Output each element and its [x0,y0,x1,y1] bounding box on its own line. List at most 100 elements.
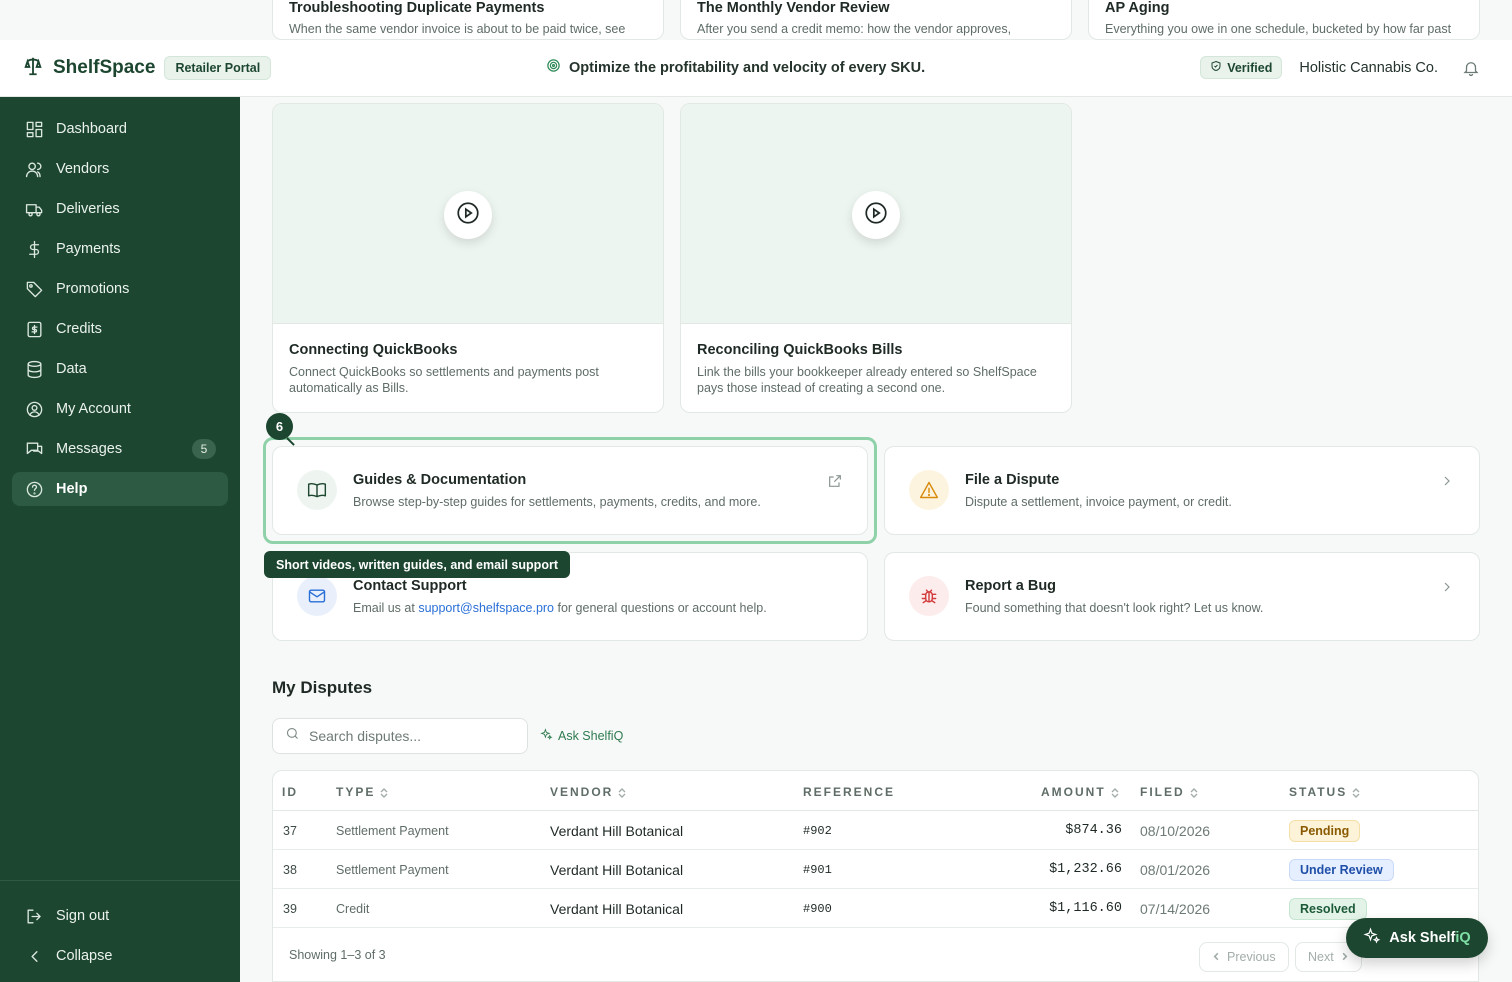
cell-type: Credit [336,902,370,916]
sidebar-item-payments[interactable]: Payments [12,232,228,266]
sidebar-item-help[interactable]: Help [12,472,228,506]
sidebar-item-data[interactable]: Data [12,352,228,386]
ask-shelfiq-label: Ask ShelfiQ [558,729,624,743]
support-email-link[interactable]: support@shelfspace.pro [418,601,554,615]
collapse-sidebar-button[interactable]: Collapse [12,939,228,973]
cell-filed: 08/10/2026 [1140,823,1211,839]
column-label: TYPE [336,785,376,799]
column-header-vendor[interactable]: VENDOR [550,785,626,799]
sort-icon [1190,787,1198,798]
verified-badge: Verified [1200,56,1283,79]
ask-shelfiq-link[interactable]: Ask ShelfiQ [540,728,623,744]
cell-vendor: Verdant Hill Botanical [550,862,684,878]
card-title: File a Dispute [965,472,1060,488]
cell-amount: $1,116.60 [1049,901,1122,916]
video-card-connecting-quickbooks[interactable]: Connecting QuickBooks Connect QuickBooks… [272,103,664,413]
video-card-desc: Connect QuickBooks so settlements and pa… [289,365,599,395]
sidebar-item-messages[interactable]: Messages 5 [12,432,228,466]
collapse-label: Collapse [56,948,113,964]
sidebar-item-deliveries[interactable]: Deliveries [12,192,228,226]
cell-id: 38 [283,863,297,877]
sidebar-item-dashboard[interactable]: Dashboard [12,112,228,146]
tag-icon [24,279,44,299]
sidebar-item-label: Data [56,361,87,377]
guide-card-monthly-review[interactable]: The Monthly Vendor Review After you send… [680,0,1072,40]
chevron-right-icon [1439,579,1455,595]
column-header-amount[interactable]: AMOUNT [1041,785,1119,799]
brand-name: ShelfSpace [53,57,156,78]
warning-triangle-icon [909,470,949,510]
sort-icon [1352,787,1360,798]
guide-card-title: AP Aging [1105,0,1170,16]
fab-label-accent: iQ [1455,930,1471,946]
disputes-search[interactable] [272,718,528,754]
play-button[interactable] [444,191,492,239]
column-header-type[interactable]: TYPE [336,785,388,799]
ask-shelfiq-fab[interactable]: Ask ShelfiQ [1346,918,1488,958]
tagline: Optimize the profitability and velocity … [546,58,925,77]
video-thumbnail[interactable] [273,104,663,324]
guide-card-duplicate-payments[interactable]: Troubleshooting Duplicate Payments When … [272,0,664,40]
sort-icon [618,787,626,798]
column-header-id: ID [282,785,298,799]
status-badge: Resolved [1289,898,1367,920]
table-footer: Showing 1–3 of 3 Previous Next [273,928,1478,980]
guide-card-desc: When the same vendor invoice is about to… [289,22,626,36]
play-button[interactable] [852,191,900,239]
file-dispute-card[interactable]: File a Dispute Dispute a settlement, inv… [884,446,1480,535]
guide-card-ap-aging[interactable]: AP Aging Everything you owe in one sched… [1088,0,1480,40]
cell-amount: $874.36 [1065,823,1122,838]
card-desc: Found something that doesn't look right?… [965,601,1264,615]
column-header-status[interactable]: STATUS [1289,785,1360,799]
bug-icon [909,576,949,616]
sign-out-button[interactable]: Sign out [12,899,228,933]
receipt-icon [24,319,44,339]
column-header-reference: REFERENCE [803,785,895,799]
column-label: VENDOR [550,785,614,799]
disputes-table: ID TYPE VENDOR REFERENCE AMOUNT FILED ST… [272,770,1479,982]
column-label: FILED [1140,785,1185,799]
cell-type: Settlement Payment [336,824,449,838]
table-header: ID TYPE VENDOR REFERENCE AMOUNT FILED ST… [273,771,1478,811]
sidebar-item-my-account[interactable]: My Account [12,392,228,426]
table-row[interactable]: 37 Settlement Payment Verdant Hill Botan… [273,811,1478,850]
chevron-left-icon [1212,950,1221,964]
chevron-left-icon [24,946,44,966]
cell-filed: 07/14/2026 [1140,901,1211,917]
report-bug-card[interactable]: Report a Bug Found something that doesn'… [884,552,1480,641]
verified-label: Verified [1227,60,1273,75]
sidebar-item-label: Dashboard [56,121,127,137]
guide-card-title: The Monthly Vendor Review [697,0,890,16]
guide-card-desc: After you send a credit memo: how the ve… [697,22,1012,36]
portal-badge: Retailer Portal [164,56,272,80]
sidebar-item-credits[interactable]: Credits [12,312,228,346]
brand-logo[interactable]: ShelfSpace [22,55,155,82]
table-row[interactable]: 39 Credit Verdant Hill Botanical #900 $1… [273,889,1478,928]
column-label: ID [282,785,298,799]
play-icon [863,200,889,231]
scale-logo-icon [22,55,44,82]
notifications-bell-icon[interactable] [1462,59,1480,77]
tour-highlight [263,437,877,544]
tour-step-badge: 6 [266,413,293,440]
previous-page-button[interactable]: Previous [1199,942,1289,972]
search-disputes-input[interactable] [309,728,509,744]
sidebar-item-label: Payments [56,241,121,257]
sign-out-label: Sign out [56,908,110,924]
sidebar-item-promotions[interactable]: Promotions [12,272,228,306]
card-title: Report a Bug [965,578,1057,594]
sidebar: Dashboard Vendors Deliveries Payments Pr… [0,97,240,982]
table-row[interactable]: 38 Settlement Payment Verdant Hill Botan… [273,850,1478,889]
video-thumbnail[interactable] [681,104,1071,324]
column-header-filed[interactable]: FILED [1140,785,1198,799]
next-label: Next [1308,950,1334,964]
sign-out-icon [24,906,44,926]
org-name[interactable]: Holistic Cannabis Co. [1299,60,1438,76]
help-icon [24,479,44,499]
sidebar-item-vendors[interactable]: Vendors [12,152,228,186]
messages-icon [24,439,44,459]
card-desc: Email us at support@shelfspace.pro for g… [353,601,767,615]
video-card-reconciling-bills[interactable]: Reconciling QuickBooks Bills Link the bi… [680,103,1072,413]
sidebar-footer: Sign out Collapse [0,880,240,982]
pagination-summary: Showing 1–3 of 3 [289,948,386,962]
